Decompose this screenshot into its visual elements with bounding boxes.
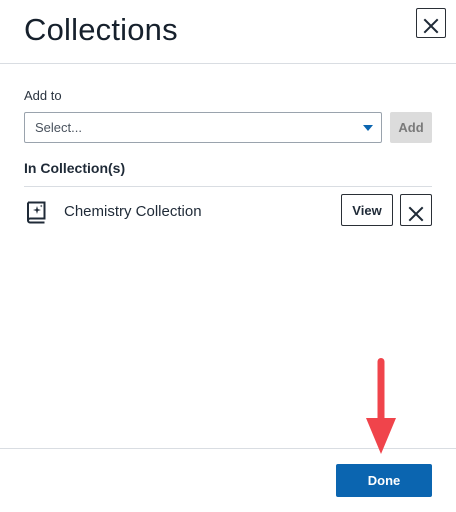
caret-down-icon (363, 125, 373, 131)
close-icon (408, 206, 424, 221)
book-sparkle-icon (27, 201, 46, 224)
collection-name: Chemistry Collection (64, 203, 202, 220)
dialog-title: Collections (24, 12, 178, 47)
add-button[interactable]: Add (390, 112, 432, 143)
collections-dialog: Collections Add to Select... Add In Coll… (0, 0, 456, 512)
select-value: Select... (35, 120, 82, 135)
done-button[interactable]: Done (336, 464, 432, 497)
in-collections-heading: In Collection(s) (24, 160, 126, 176)
remove-collection-button[interactable] (400, 194, 432, 226)
header-divider (0, 63, 456, 64)
annotation-arrow-icon (366, 358, 396, 454)
close-icon (423, 18, 439, 34)
collection-row: Chemistry Collection View (24, 186, 432, 238)
add-to-label: Add to (24, 88, 62, 103)
collection-select[interactable]: Select... (24, 112, 382, 143)
close-dialog-button[interactable] (416, 8, 446, 38)
view-collection-button[interactable]: View (341, 194, 393, 226)
